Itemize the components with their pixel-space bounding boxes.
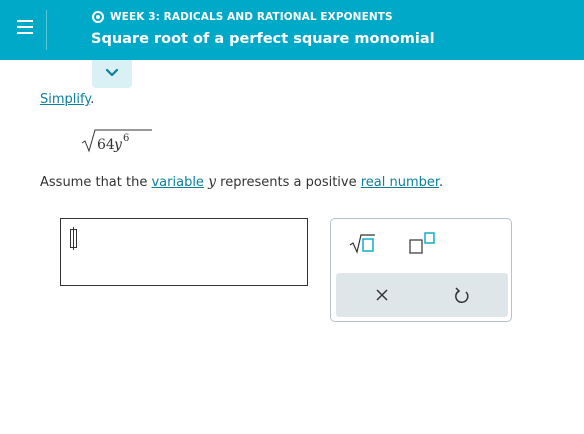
progress-circle-icon (92, 11, 104, 23)
instruction-period: . (90, 92, 95, 107)
variable-symbol: y (208, 174, 216, 190)
header-divider (46, 10, 47, 50)
real-number-link[interactable]: real number (361, 175, 439, 190)
answer-input[interactable] (60, 218, 308, 286)
clear-button[interactable] (370, 283, 394, 307)
clear-icon (376, 289, 388, 301)
expand-toggle-button[interactable] (92, 60, 132, 88)
week-row: WEEK 3: RADICALS AND RATIONAL EXPONENTS (92, 11, 393, 23)
radicand-coefficient: 64 (97, 137, 115, 153)
radicand-variable: y (113, 137, 123, 153)
topic-title: Square root of a perfect square monomial (91, 31, 435, 47)
exponent-button[interactable] (408, 231, 438, 255)
hamburger-menu-icon[interactable] (17, 16, 34, 40)
top-header: WEEK 3: RADICALS AND RATIONAL EXPONENTS … (0, 0, 584, 60)
radical-expression: 64 y 6 (80, 128, 160, 154)
chevron-down-icon (105, 68, 119, 77)
undo-icon (455, 287, 469, 304)
cursor-placeholder-icon (70, 227, 77, 250)
radicand-exponent: 6 (123, 133, 129, 144)
assumption-middle: represents a positive (216, 175, 361, 190)
assumption-suffix: . (439, 175, 444, 190)
undo-button[interactable] (450, 283, 474, 307)
week-label: WEEK 3: RADICALS AND RATIONAL EXPONENTS (110, 11, 393, 23)
square-root-button[interactable] (349, 232, 377, 254)
instruction: Simplify. (40, 92, 94, 107)
math-tools-panel (330, 218, 512, 322)
variable-link[interactable]: variable (151, 175, 203, 190)
square-root-icon (349, 234, 375, 254)
exponent-icon (409, 232, 435, 254)
simplify-link[interactable]: Simplify (40, 92, 90, 107)
assumption-text: Assume that the variable y represents a … (40, 174, 443, 190)
assumption-prefix: Assume that the (40, 175, 152, 190)
tool-action-bar (336, 273, 508, 317)
